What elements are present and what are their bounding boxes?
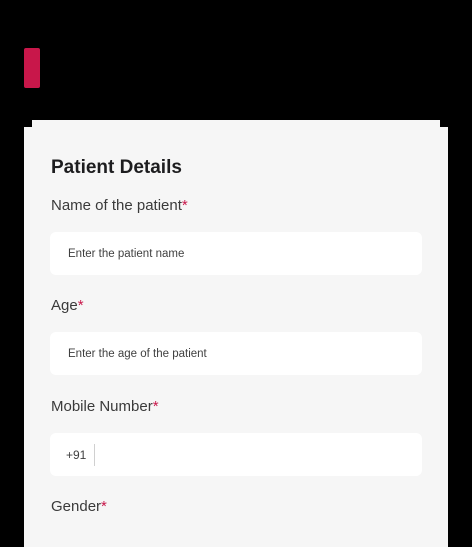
required-marker: *	[77, 297, 84, 314]
patient-name-label-text: Name of the patient	[51, 197, 182, 214]
required-marker: *	[152, 398, 159, 415]
brand-accent-bar	[24, 48, 40, 88]
page-title: Patient Details	[51, 157, 182, 178]
required-marker: *	[101, 498, 107, 515]
country-code-prefix: +91	[66, 447, 87, 462]
patient-name-label: Name of the patient*	[51, 197, 188, 214]
age-input[interactable]	[50, 332, 422, 375]
gender-label: Gender*	[51, 498, 107, 515]
mobile-number-field: +91	[50, 433, 422, 476]
gender-label-text: Gender	[51, 498, 102, 515]
mobile-number-label-text: Mobile Number	[51, 398, 153, 415]
age-label: Age*	[51, 297, 84, 314]
mobile-number-label: Mobile Number*	[51, 398, 159, 415]
mobile-number-input[interactable]	[95, 433, 422, 476]
patient-name-input[interactable]	[50, 232, 422, 275]
required-marker: *	[181, 197, 188, 214]
age-label-text: Age	[51, 297, 78, 314]
patient-details-card: Patient Details Name of the patient* Age…	[24, 127, 448, 547]
